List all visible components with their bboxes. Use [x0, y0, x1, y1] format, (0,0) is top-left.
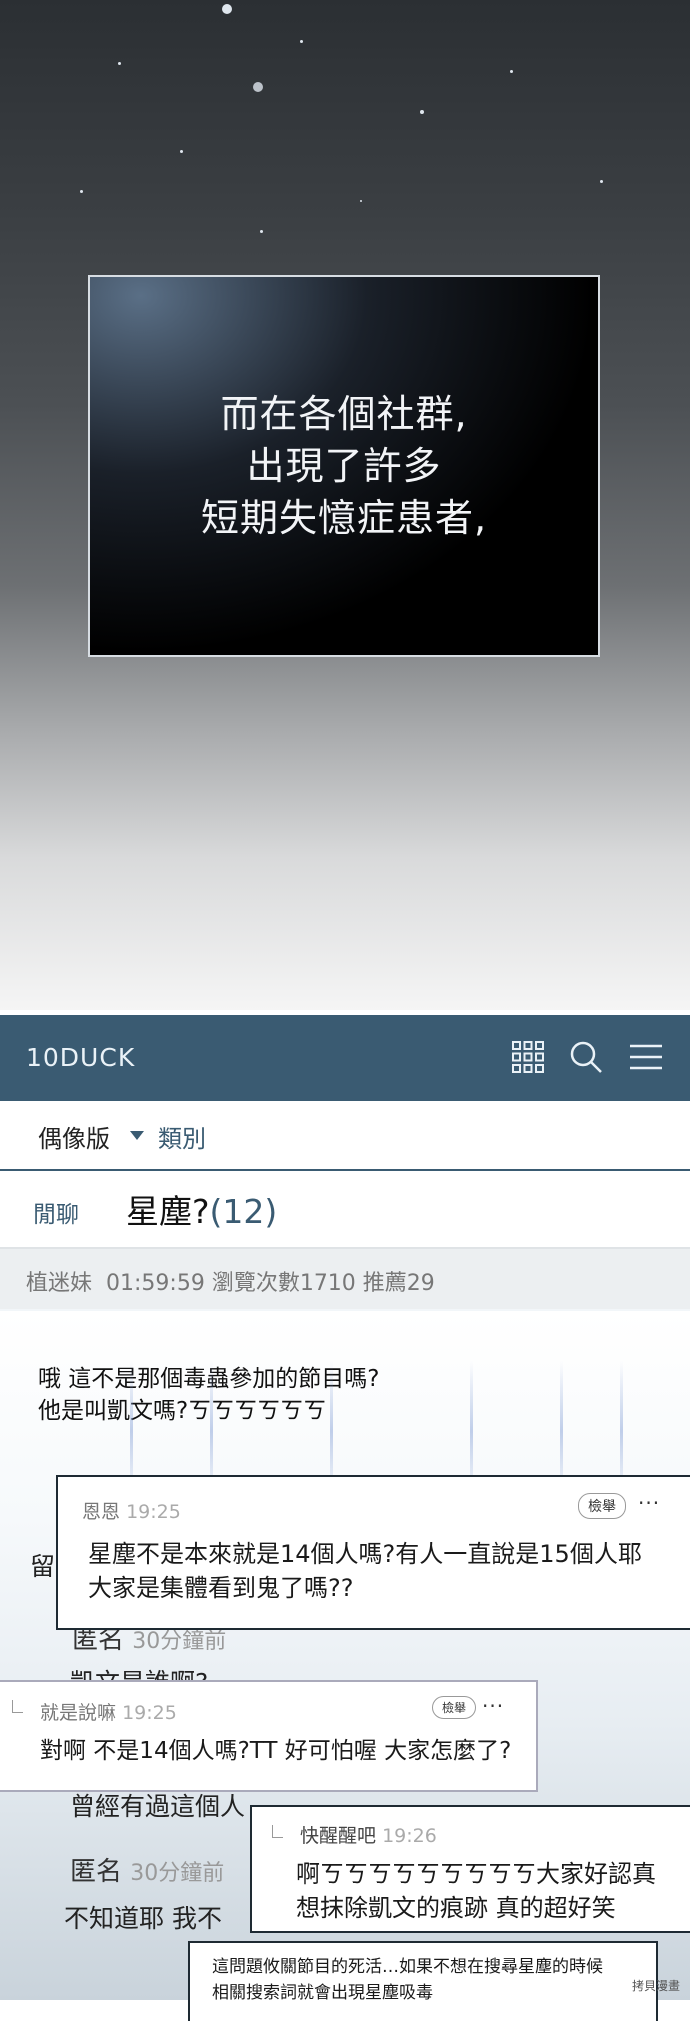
forum-screen: 10DUCK 偶像版 類別 閒聊 星塵?(12) 植迷妹 01:59:59 瀏覽… [0, 1015, 690, 2021]
post-meta-row: 植迷妹 01:59:59 瀏覽次數1710 推薦29 [0, 1249, 690, 1309]
more-options-icon[interactable]: ··· [638, 1491, 660, 1515]
anon-time: 30分鐘前 [132, 1629, 227, 1654]
site-logo[interactable]: 10DUCK [26, 1043, 135, 1072]
star-sparkle [600, 180, 603, 183]
narration-line: 出現了許多 [246, 444, 442, 488]
comment-card: 就是說嘛 19:25 檢舉 ··· 對啊 不是14個人嗎?TT 好可怕喔 大家怎… [0, 1680, 538, 1792]
post-title: 星塵?(12) [126, 1185, 277, 1233]
comment-text: 星塵不是本來就是14個人嗎?有人一直說是15個人耶 [88, 1540, 642, 1568]
comment-user[interactable]: 恩恩 [82, 1501, 120, 1523]
category-dropdown[interactable]: 類別 [158, 1119, 206, 1154]
comment-author: 快醒醒吧 19:26 [300, 1821, 437, 1848]
comment-text: 大家是集體看到鬼了嗎?? [88, 1574, 354, 1602]
anon-time: 30分鐘前 [130, 1861, 225, 1886]
board-nav: 偶像版 類別 [0, 1101, 690, 1171]
star-sparkle [260, 230, 263, 233]
comment-author: 恩恩 19:25 [82, 1497, 181, 1524]
post-text-line: 哦 這不是那個毒蟲參加的節目嗎? [38, 1366, 380, 1392]
top-bar: 10DUCK [0, 1015, 690, 1101]
star-sparkle [180, 150, 183, 153]
anon-name: 匿名 [70, 1857, 123, 1887]
star-sparkle [118, 62, 121, 65]
comment-text: 想抹除凱文的痕跡 真的超好笑 [296, 1894, 616, 1922]
comment-author: 就是說嘛 19:25 [40, 1698, 177, 1725]
comment-time: 19:25 [122, 1702, 177, 1724]
search-icon[interactable] [568, 1039, 604, 1075]
reply-marker-icon [12, 1700, 23, 1713]
comment-user[interactable]: 就是說嘛 [40, 1702, 116, 1724]
report-button[interactable]: 檢舉 [432, 1696, 477, 1719]
star-sparkle [420, 110, 424, 114]
post-author[interactable]: 植迷妹 [26, 1271, 92, 1296]
narration-box: 而在各個社群, 出現了許多 短期失憶症患者, [88, 275, 600, 657]
anon-comment-text: 不知道耶 我不 [64, 1904, 222, 1933]
watermark: 拷貝漫畫 [631, 1979, 680, 1993]
comment-text: 這問題攸關節目的死活…如果不想在搜尋星塵的時候 [212, 1957, 603, 1977]
post-stats: 01:59:59 瀏覽次數1710 推薦29 [106, 1271, 435, 1296]
post-text-line: 他是叫凱文嗎?ㄎㄎㄎㄎㄎㄎ [38, 1398, 327, 1424]
report-button[interactable]: 檢舉 [578, 1493, 626, 1519]
reply-marker-icon [272, 1825, 283, 1838]
post-tag: 閒聊 [33, 1202, 79, 1228]
comment-user[interactable]: 快醒醒吧 [300, 1825, 376, 1847]
comment-card: 快醒醒吧 19:26 啊ㄎㄎㄎㄎㄎㄎㄎㄎㄎ大家好認真 想抹除凱文的痕跡 真的超好… [250, 1805, 690, 1933]
more-options-icon[interactable]: ··· [482, 1694, 504, 1718]
star-sparkle [253, 82, 263, 92]
star-sparkle [360, 200, 362, 202]
grid-menu-icon[interactable] [510, 1039, 546, 1075]
post-title-row: 閒聊 星塵?(12) [0, 1171, 690, 1249]
comment-header-partial: 留 [30, 1552, 56, 1581]
caret-down-icon[interactable] [130, 1131, 144, 1140]
post-title-text: 星塵? [126, 1192, 210, 1231]
comment-text: 相關搜索詞就會出現星塵吸毒 [212, 1983, 433, 2003]
comment-card: 這問題攸關節目的死活…如果不想在搜尋星塵的時候 相關搜索詞就會出現星塵吸毒 [188, 1941, 658, 2021]
board-name[interactable]: 偶像版 [38, 1119, 110, 1154]
star-sparkle [300, 40, 303, 43]
narration-line: 而在各個社群, [220, 392, 468, 436]
comment-time: 19:25 [126, 1501, 181, 1523]
post-meta: 植迷妹 01:59:59 瀏覽次數1710 推薦29 [26, 1265, 435, 1297]
star-sparkle [222, 4, 232, 14]
comment-card: 恩恩 19:25 檢舉 ··· 星塵不是本來就是14個人嗎?有人一直說是15個人… [56, 1475, 690, 1630]
hamburger-menu-icon[interactable] [628, 1039, 664, 1075]
comment-count: (12) [209, 1192, 278, 1231]
comment-text: 啊ㄎㄎㄎㄎㄎㄎㄎㄎㄎ大家好認真 [296, 1860, 656, 1888]
star-sparkle [80, 190, 83, 193]
star-sparkle [510, 70, 513, 73]
anon-commenter: 匿名 30分鐘前 [70, 1851, 224, 1888]
narration-line: 短期失憶症患者, [200, 496, 488, 540]
background-comment-text: 曾經有過這個人 [70, 1792, 246, 1821]
comment-text: 對啊 不是14個人嗎?TT 好可怕喔 大家怎麼了? [40, 1738, 512, 1764]
comment-time: 19:26 [382, 1825, 437, 1847]
comic-background: 而在各個社群, 出現了許多 短期失憶症患者, [0, 0, 690, 1010]
